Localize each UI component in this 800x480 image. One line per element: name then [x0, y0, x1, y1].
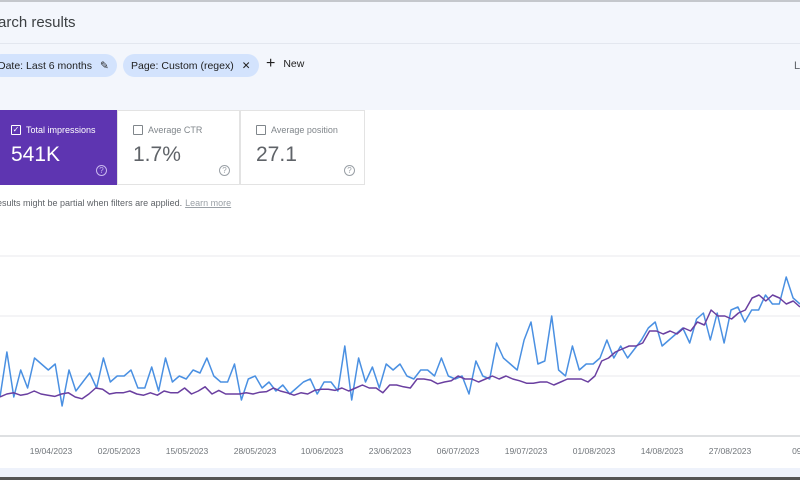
page-filter-label: Page: Custom (regex): [131, 59, 234, 72]
filter-bar: Date: Last 6 months ✎ Page: Custom (rege…: [0, 44, 800, 110]
help-icon[interactable]: ?: [96, 165, 107, 176]
checkbox-icon[interactable]: [256, 125, 266, 135]
x-tick-label: 19/07/2023: [505, 446, 548, 456]
learn-more-link[interactable]: Learn more: [185, 198, 231, 208]
date-filter-chip[interactable]: Date: Last 6 months ✎: [0, 54, 117, 77]
truncated-text: L: [794, 60, 800, 72]
x-tick-label: 15/05/2023: [166, 446, 209, 456]
metric-label: Total impressions: [26, 125, 96, 135]
pencil-icon[interactable]: ✎: [100, 60, 109, 72]
help-icon[interactable]: ?: [219, 165, 230, 176]
x-tick-label: 10/06/2023: [301, 446, 344, 456]
header-bar: arch results: [0, 0, 800, 44]
notice-text: esults might be partial when filters are…: [0, 198, 183, 208]
metric-label: Average position: [271, 125, 338, 135]
partial-results-notice: esults might be partial when filters are…: [0, 198, 231, 208]
x-tick-label: 02/05/2023: [98, 446, 141, 456]
page-title: arch results: [0, 14, 76, 31]
new-filter-label: New: [283, 58, 305, 70]
metric-card-average-position[interactable]: Average position 27.1 ?: [240, 110, 365, 185]
x-tick-label: 23/06/2023: [369, 446, 412, 456]
metric-card-average-ctr[interactable]: Average CTR 1.7% ?: [117, 110, 240, 185]
metric-value: 1.7%: [133, 143, 181, 166]
x-tick-label: 14/08/2023: [641, 446, 684, 456]
close-icon[interactable]: ✕: [242, 60, 251, 72]
performance-chart: 319/04/202302/05/202315/05/202328/05/202…: [0, 255, 800, 456]
new-filter-button[interactable]: + New: [266, 55, 305, 72]
x-tick-label: 27/08/2023: [709, 446, 752, 456]
x-tick-label: 19/04/2023: [30, 446, 73, 456]
x-tick-label: 06/07/2023: [437, 446, 480, 456]
x-tick-label: 01/08/2023: [573, 446, 616, 456]
checkbox-icon[interactable]: [133, 125, 143, 135]
metric-value: 27.1: [256, 143, 297, 166]
series-line-1: [0, 294, 800, 400]
plus-icon: +: [266, 55, 276, 72]
metric-value: 541K: [11, 143, 61, 166]
help-icon[interactable]: ?: [344, 165, 355, 176]
date-filter-label: Date: Last 6 months: [0, 59, 92, 72]
checkbox-checked-icon[interactable]: ✓: [11, 125, 21, 135]
x-tick-label: 09/: [792, 446, 800, 456]
page-filter-chip[interactable]: Page: Custom (regex) ✕: [123, 54, 259, 77]
x-tick-label: 28/05/2023: [234, 446, 277, 456]
metric-card-total-impressions[interactable]: ✓ Total impressions 541K ?: [0, 110, 117, 185]
metric-label: Average CTR: [148, 125, 203, 135]
